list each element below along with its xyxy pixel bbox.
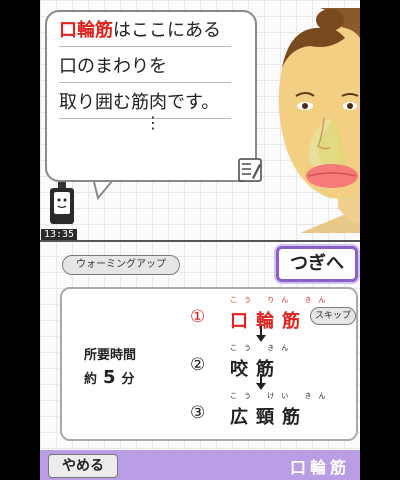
exercise-panel: 所要時間 約5分 こう りん きん ① 口輪筋 こう きん ② 咬筋 こう けい…	[60, 287, 358, 441]
next-button[interactable]: つぎへ	[276, 246, 358, 282]
face-illustration	[278, 8, 360, 233]
muscle-name: 広頸筋	[230, 407, 308, 428]
highlight-muscle-name: 口輪筋	[59, 20, 113, 41]
bottom-bar: やめる 口輪筋	[40, 450, 360, 480]
muscle-index: ③	[190, 403, 206, 423]
message-bubble: 口輪筋はここにある 口のまわりを 取り囲む筋肉です。 ⋮	[45, 10, 257, 182]
duration-label: 所要時間	[84, 348, 137, 363]
muscle-index: ①	[190, 307, 206, 327]
continue-marker: ⋮	[145, 113, 161, 132]
memo-icon[interactable]	[238, 158, 262, 182]
message-line-2: 口のまわりを	[59, 52, 231, 83]
down-arrow-icon	[256, 326, 266, 342]
message-line-1-rest: はここにある	[113, 20, 221, 41]
muscle-reading: こう りん きん	[230, 296, 333, 304]
muscle-name: 口輪筋	[230, 311, 308, 332]
message-line-1: 口輪筋はここにある	[59, 16, 231, 47]
muscle-index: ②	[190, 355, 206, 375]
quit-button[interactable]: やめる	[48, 454, 118, 478]
duration-value: 約5分	[84, 367, 135, 388]
duration-number: 5	[103, 367, 116, 388]
duration-prefix: 約	[84, 372, 98, 387]
clock-character-icon	[50, 182, 74, 224]
duration-unit: 分	[121, 372, 135, 387]
down-arrow-icon	[256, 374, 266, 390]
warmup-button[interactable]: ウォーミングアップ	[62, 255, 180, 275]
skip-button[interactable]: スキップ	[310, 307, 356, 325]
muscle-reading: こう きん	[230, 344, 296, 352]
current-exercise-title: 口輪筋	[289, 458, 350, 477]
muscle-reading: こう けい きん	[230, 392, 333, 400]
game-screen: 口輪筋はここにある 口のまわりを 取り囲む筋肉です。 ⋮ 13:35 ウォーミン…	[40, 0, 360, 480]
screen-divider	[40, 240, 360, 242]
